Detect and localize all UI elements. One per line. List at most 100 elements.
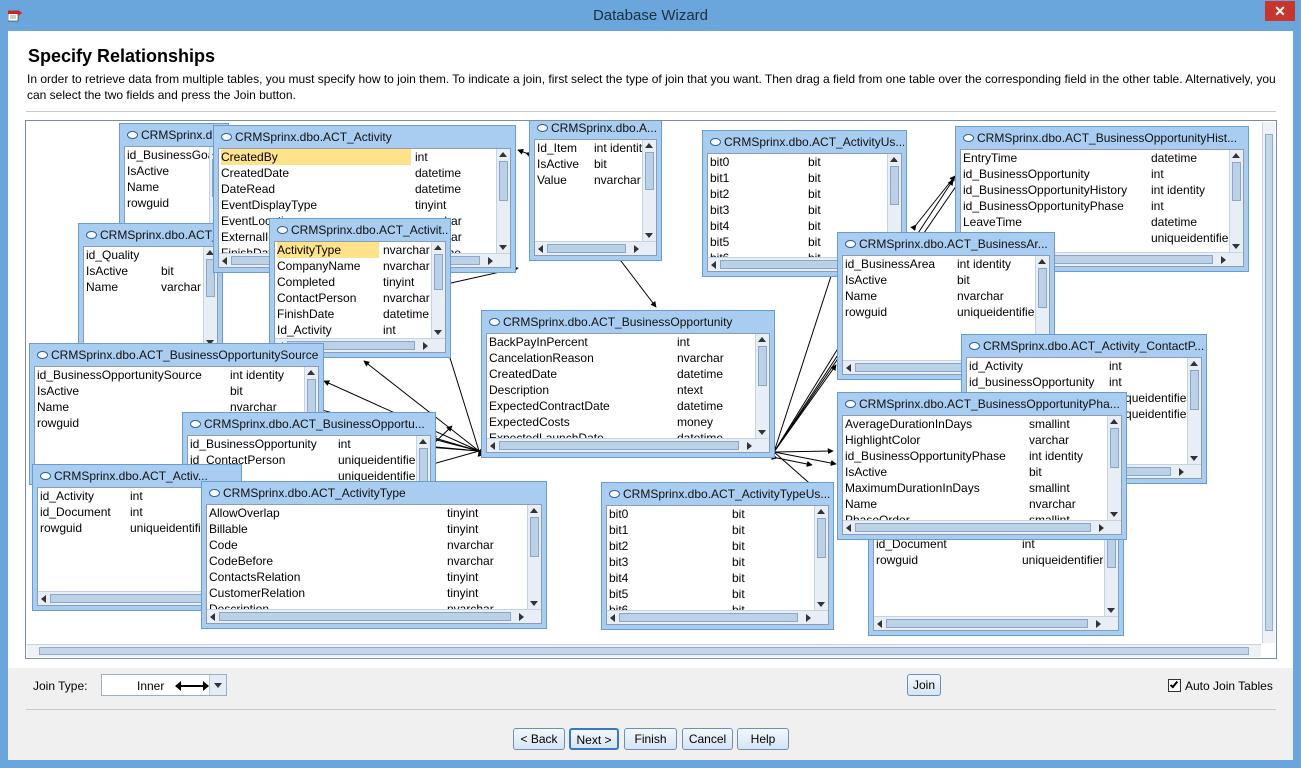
scroll-right-icon[interactable] bbox=[747, 442, 752, 450]
field-list[interactable]: AverageDurationInDays smallint HighlightCo… bbox=[842, 415, 1122, 535]
horizontal-scrollbar[interactable] bbox=[874, 616, 1118, 630]
field-row[interactable]: bit4 bit bbox=[607, 570, 814, 586]
next-button[interactable]: Next > bbox=[569, 728, 619, 750]
table-title[interactable]: CRMSprinx.dbo.ACT_Activity bbox=[216, 127, 513, 147]
field-row[interactable]: CustomerRelation tinyint bbox=[207, 585, 527, 601]
table-title[interactable]: CRMSprinx.dbo.ACT_BusinessOpportunityHis… bbox=[958, 128, 1246, 148]
cancel-button[interactable]: Cancel bbox=[682, 728, 733, 750]
field-row[interactable]: id_Quality bbox=[84, 247, 203, 263]
scroll-thumb[interactable] bbox=[219, 612, 511, 621]
scroll-down-icon[interactable] bbox=[1110, 512, 1118, 517]
field-row[interactable]: IsActive bit bbox=[535, 156, 642, 172]
field-row[interactable]: PhaseOrder smallint bbox=[843, 512, 1107, 520]
scroll-right-icon[interactable] bbox=[488, 257, 493, 265]
field-row[interactable]: bit1 bit bbox=[607, 522, 814, 538]
field-row[interactable]: Name varchar bbox=[84, 279, 203, 295]
finish-button[interactable]: Finish bbox=[624, 728, 677, 750]
scroll-down-icon[interactable] bbox=[530, 601, 538, 606]
scroll-left-icon[interactable] bbox=[538, 245, 543, 253]
scroll-thumb[interactable] bbox=[50, 594, 206, 603]
field-row[interactable]: AllowOverlap tinyint bbox=[207, 505, 527, 521]
scroll-right-icon[interactable] bbox=[1099, 524, 1104, 532]
field-row[interactable]: Description nvarchar bbox=[207, 601, 527, 609]
scroll-thumb[interactable] bbox=[817, 518, 826, 558]
field-row[interactable]: bit2 bit bbox=[607, 538, 814, 554]
back-button[interactable]: < Back bbox=[513, 728, 565, 750]
field-row[interactable]: Name nvarchar bbox=[843, 288, 1035, 304]
scroll-thumb[interactable] bbox=[307, 379, 316, 417]
relationship-line[interactable] bbox=[771, 454, 813, 467]
scroll-up-icon[interactable] bbox=[1038, 259, 1046, 264]
field-row[interactable]: LeaveTime datetime bbox=[961, 214, 1229, 230]
scroll-thumb[interactable] bbox=[530, 517, 539, 557]
field-row[interactable]: ContactPerson nvarchar bbox=[275, 290, 431, 306]
field-row[interactable]: bit2 bit bbox=[708, 186, 887, 202]
relationship-canvas[interactable]: CRMSprinx.dbo.ACT_... id_BusinessGoal IsAc… bbox=[25, 120, 1277, 659]
table-title[interactable]: CRMSprinx.dbo.ACT_BusinessOpportunitySou… bbox=[32, 345, 321, 365]
field-list[interactable]: AllowOverlap tinyint Billable tinyint Code nv… bbox=[206, 504, 542, 624]
vertical-scrollbar[interactable] bbox=[431, 242, 445, 338]
scroll-right-icon[interactable] bbox=[806, 614, 811, 622]
field-row[interactable]: IsActive bit bbox=[35, 383, 304, 399]
scroll-down-icon[interactable] bbox=[1232, 244, 1240, 249]
field-list[interactable]: bit0 bit bit1 bit bit2 bit bit3 bit bit4 bit bit5 b… bbox=[606, 505, 829, 625]
scroll-left-icon[interactable] bbox=[846, 524, 851, 532]
scroll-thumb[interactable] bbox=[855, 523, 1091, 532]
join-type-dropdown[interactable]: Inner bbox=[101, 674, 227, 696]
field-row[interactable]: ExpectedLaunchDate datetime bbox=[487, 430, 755, 438]
scroll-down-icon[interactable] bbox=[758, 430, 766, 435]
scroll-up-icon[interactable] bbox=[1190, 361, 1198, 366]
field-row[interactable]: Completed tinyint bbox=[275, 274, 431, 290]
table-title[interactable]: CRMSprinx.dbo.ACT_ActivityType bbox=[204, 483, 544, 503]
scroll-left-icon[interactable] bbox=[41, 595, 46, 603]
scroll-right-icon[interactable] bbox=[1096, 620, 1101, 628]
scroll-down-icon[interactable] bbox=[434, 330, 442, 335]
scroll-up-icon[interactable] bbox=[1110, 419, 1118, 424]
field-row[interactable]: Code nvarchar bbox=[207, 537, 527, 553]
field-row[interactable]: CreatedDate datetime bbox=[487, 366, 755, 382]
field-row[interactable]: Description ntext bbox=[487, 382, 755, 398]
vertical-scrollbar[interactable] bbox=[1107, 416, 1121, 520]
field-row[interactable]: ContactsRelation tinyint bbox=[207, 569, 527, 585]
field-row[interactable]: id_BusinessOpportunityPhase int identity bbox=[843, 448, 1107, 464]
horizontal-scrollbar[interactable] bbox=[207, 609, 541, 623]
field-row[interactable]: bit5 bit bbox=[607, 586, 814, 602]
field-row[interactable]: bit0 bit bbox=[607, 506, 814, 522]
field-row[interactable]: rowguid uniqueidentifier bbox=[38, 520, 222, 536]
field-row[interactable]: CodeBefore nvarchar bbox=[207, 553, 527, 569]
field-row[interactable]: bit3 bit bbox=[708, 202, 887, 218]
scroll-down-icon[interactable] bbox=[1190, 456, 1198, 461]
field-row[interactable]: IsActive bit bbox=[843, 464, 1107, 480]
relationship-line[interactable] bbox=[615, 255, 657, 308]
field-row[interactable]: ActivityType nvarchar bbox=[275, 242, 431, 258]
field-list[interactable]: Id_Item int identity IsActive bit Value nvarc… bbox=[534, 139, 657, 256]
scroll-up-icon[interactable] bbox=[307, 370, 315, 375]
table-title[interactable]: CRMSprinx.dbo.ACT_Activit... bbox=[272, 220, 448, 240]
scroll-right-icon[interactable] bbox=[634, 245, 639, 253]
scroll-right-icon[interactable] bbox=[423, 342, 428, 350]
relationship-line[interactable] bbox=[910, 175, 956, 231]
horizontal-scrollbar[interactable] bbox=[487, 438, 769, 452]
scroll-down-icon[interactable] bbox=[645, 233, 653, 238]
table-title[interactable]: CRMSprinx.dbo.ACT_... bbox=[81, 225, 220, 245]
relationship-line[interactable] bbox=[517, 149, 532, 158]
scroll-right-icon[interactable] bbox=[519, 613, 524, 621]
help-button[interactable]: Help bbox=[737, 728, 789, 750]
scroll-left-icon[interactable] bbox=[222, 257, 227, 265]
scroll-left-icon[interactable] bbox=[877, 620, 882, 628]
table-title[interactable]: CRMSprinx.dbo.ACT_ActivityUs... bbox=[705, 132, 904, 152]
field-row[interactable]: bit3 bit bbox=[607, 554, 814, 570]
field-row[interactable]: id_Document int bbox=[38, 504, 222, 520]
relationship-line[interactable] bbox=[768, 448, 837, 466]
field-row[interactable]: bit0 bit bbox=[708, 154, 887, 170]
table-title[interactable]: CRMSprinx.dbo.ACT_... bbox=[122, 125, 226, 145]
field-row[interactable]: CompanyName nvarchar bbox=[275, 258, 431, 274]
scroll-thumb[interactable] bbox=[1038, 268, 1047, 308]
field-row[interactable]: rowguid bbox=[125, 195, 209, 211]
table-box-t_actuse2[interactable]: CRMSprinx.dbo.ACT_ActivityTypeUs... bit0 b… bbox=[601, 482, 834, 630]
scroll-left-icon[interactable] bbox=[610, 614, 615, 622]
scroll-down-icon[interactable] bbox=[1107, 608, 1115, 613]
table-title[interactable]: CRMSprinx.dbo.ACT_BusinessOpportunity bbox=[484, 312, 772, 332]
table-title[interactable]: CRMSprinx.dbo.ACT_BusinessOpportu... bbox=[185, 414, 433, 434]
scroll-left-icon[interactable] bbox=[846, 364, 851, 372]
